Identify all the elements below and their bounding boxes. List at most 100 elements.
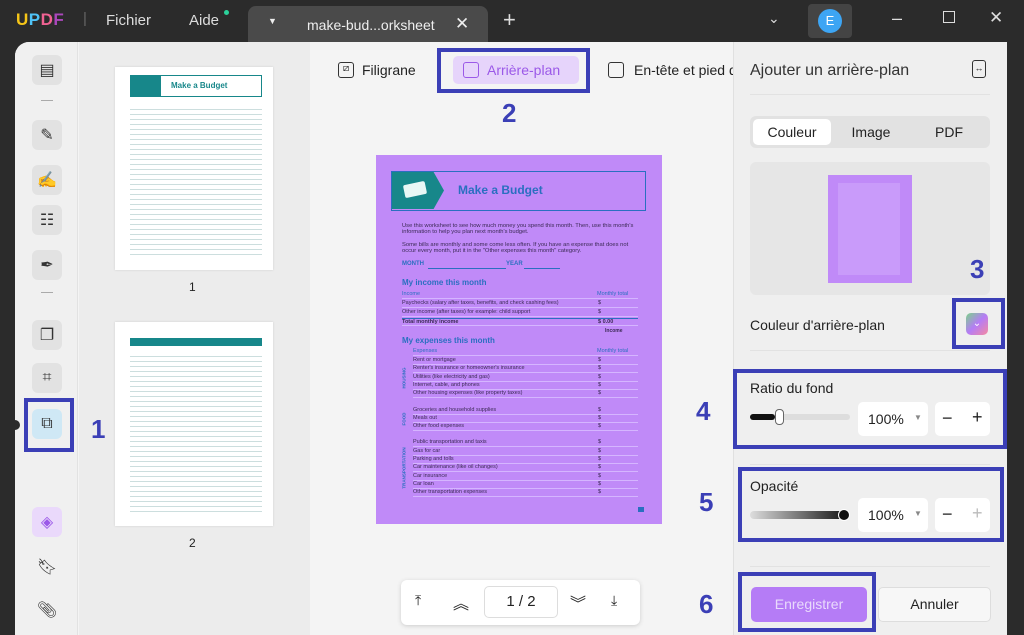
annotation-1: 1 (91, 414, 106, 444)
expenses-header-row: Expenses Monthly total (413, 348, 638, 356)
bookmark-icon[interactable]: 🔖︎ (32, 552, 62, 582)
page-number-1: 1 (189, 280, 196, 294)
preview-page (828, 175, 912, 283)
thumbnail-panel: Make a Budget 1 2 (79, 42, 310, 635)
first-page-icon[interactable]: ⤒ (415, 592, 421, 609)
tab-image[interactable]: Image (832, 119, 910, 145)
reader-icon[interactable]: ▤ (32, 55, 62, 85)
annotation-6: 6 (699, 589, 714, 619)
income-col: Income (402, 291, 421, 297)
annotation-box-5 (738, 467, 1004, 542)
expense-row: Groceries and household supplies $ (413, 407, 638, 415)
form-icon[interactable]: ☷ (32, 205, 62, 235)
crop-icon[interactable]: ⌗ (32, 363, 62, 393)
expense-group-label: FOOD (401, 412, 407, 426)
divider (750, 566, 990, 567)
monthly-total-col: Monthly total (597, 291, 629, 297)
close-tab-icon[interactable]: ✕ (455, 14, 469, 34)
tab-title: make-bud...orksheet (307, 17, 435, 33)
tool-rail: ▤ ✎ ✍ ☷ ✒ ❐ ⌗ ⧉ ◈ 🔖︎ 📎︎ (15, 42, 78, 635)
highlighter-icon[interactable]: ✎ (32, 120, 62, 150)
expense-row: Gas for car $ (413, 448, 638, 456)
expense-row: Car maintenance (like oil changes) $ (413, 464, 638, 473)
watermark-button[interactable]: ⧄ Filigrane (338, 62, 416, 78)
income-row: Other income (after taxes) for example: … (402, 309, 638, 317)
header-footer-button[interactable]: En-tête et pied d (608, 62, 737, 78)
thumb-header: Make a Budget (130, 75, 262, 97)
account-button[interactable]: E (808, 4, 852, 38)
thumb-title: Make a Budget (171, 81, 228, 90)
expense-group-label: HOUSING (401, 367, 407, 389)
header-footer-icon (608, 62, 624, 78)
annotation-2: 2 (502, 98, 517, 128)
doc-intro-2: Some bills are monthly and some come les… (402, 242, 629, 254)
divider (750, 94, 990, 95)
total-income-row: Total monthly income $ 0.00 (402, 318, 638, 326)
expense-row: Renter's insurance or homeowner's insura… (413, 365, 638, 374)
tab-couleur[interactable]: Couleur (753, 119, 831, 145)
page-marker-icon (638, 507, 644, 512)
watermark-icon: ⧄ (338, 62, 354, 78)
chevron-down-icon[interactable]: ⌄ (768, 10, 780, 27)
divider (750, 350, 990, 351)
expense-row: Car insurance $ (413, 473, 638, 481)
year-line (524, 268, 560, 269)
year-label: YEAR (506, 261, 523, 267)
new-tab-icon[interactable]: + (503, 7, 516, 33)
thumbnail-page-1[interactable]: Make a Budget (115, 67, 273, 270)
menu-fichier[interactable]: Fichier (106, 12, 151, 29)
notification-dot (224, 10, 229, 15)
minimize-icon[interactable]: – (892, 8, 902, 29)
attachment-icon[interactable]: 📎︎ (32, 595, 62, 625)
divider (41, 100, 53, 101)
tab-pdf[interactable]: PDF (910, 119, 988, 145)
thumbnail-page-2[interactable] (115, 322, 273, 526)
divider (750, 464, 990, 465)
document-tab[interactable]: ▼ make-bud...orksheet ✕ (248, 6, 488, 42)
expense-row: Rent or mortgage $ (413, 357, 638, 365)
expense-row: Meals out $ (413, 415, 638, 423)
page-input[interactable]: 1 / 2 (484, 586, 558, 618)
collapse-panel-icon[interactable]: ↔ (972, 60, 986, 78)
sign-icon[interactable]: ✒ (32, 250, 62, 280)
annotation-box-3 (952, 298, 1005, 349)
panel-title: Ajouter un arrière-plan (750, 62, 910, 79)
source-tabs: Couleur Image PDF (750, 116, 990, 148)
edit-pdf-icon[interactable]: ✍ (32, 165, 62, 195)
close-window-icon[interactable]: ✕ (989, 8, 1003, 28)
expense-row: Car loan $ (413, 481, 638, 489)
organize-pages-icon[interactable]: ❐ (32, 320, 62, 350)
annotation-3: 3 (970, 254, 985, 284)
pagination-bar: ⤒ ︽ 1 / 2 ︾ ⤓ (401, 580, 640, 625)
divider: | (83, 10, 87, 27)
next-page-icon[interactable]: ︾ (570, 590, 586, 614)
annotation-5: 5 (699, 487, 714, 517)
income-tag: Income (605, 328, 623, 334)
last-page-icon[interactable]: ⤓ (611, 592, 617, 609)
title-bar: UPDF | Fichier Aide ▼ make-bud...orkshee… (0, 0, 1024, 42)
expense-row: Public transportation and taxis $ (413, 439, 638, 448)
expense-row: Internet, cable, and phones $ (413, 382, 638, 390)
doc-header: Make a Budget (391, 171, 646, 211)
annotation-box-4 (733, 369, 1007, 449)
expense-group-label: TRANSPORTATION (401, 447, 407, 490)
pdf-page: Make a Budget Use this worksheet to see … (376, 155, 662, 524)
income-header-row: Income Monthly total (402, 291, 638, 299)
thumb-content (130, 105, 262, 255)
tab-dropdown-icon[interactable]: ▼ (268, 16, 277, 26)
watermark-label: Filigrane (362, 62, 416, 78)
cancel-button[interactable]: Annuler (878, 587, 991, 622)
preview-area (750, 162, 990, 295)
maximize-icon[interactable] (943, 11, 955, 23)
annotation-box-1 (24, 398, 74, 452)
expense-row: Utilities (like electricity and gas) $ (413, 374, 638, 382)
doc-title: Make a Budget (458, 183, 543, 197)
divider (41, 292, 53, 293)
previous-page-icon[interactable]: ︽ (453, 590, 469, 614)
header-footer-label: En-tête et pied d (634, 62, 737, 78)
annotation-box-6 (738, 572, 876, 632)
layers-icon[interactable]: ◈ (32, 507, 62, 537)
month-label: MONTH (402, 261, 424, 267)
menu-aide[interactable]: Aide (189, 12, 219, 29)
background-color-label: Couleur d'arrière-plan (750, 317, 885, 333)
